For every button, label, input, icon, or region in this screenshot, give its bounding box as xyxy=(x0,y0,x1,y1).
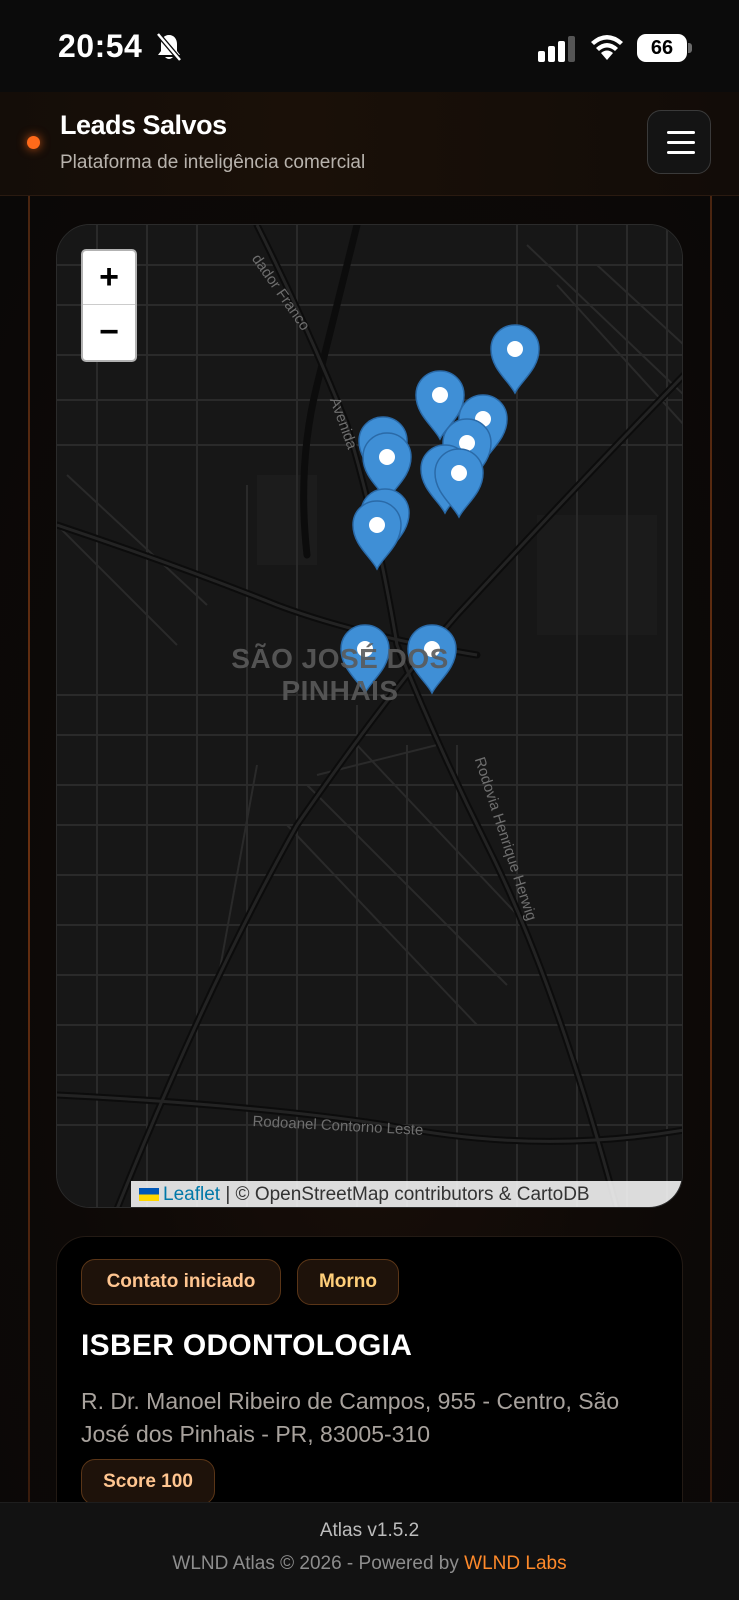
main-content: Avenida dador Franco Rodovia Henrique He… xyxy=(0,196,739,1536)
menu-button[interactable] xyxy=(647,110,711,174)
lead-card[interactable]: Contato iniciado Morno ISBER ODONTOLOGIA… xyxy=(56,1236,683,1536)
copyright: WLND Atlas © 2026 - Powered by WLND Labs xyxy=(0,1553,739,1575)
hamburger-line xyxy=(667,141,695,144)
right-rail xyxy=(710,196,712,1502)
zoom-out-button[interactable]: − xyxy=(83,306,135,360)
page-subtitle: Plataforma de inteligência comercial xyxy=(60,152,366,173)
left-rail xyxy=(28,196,30,1502)
battery-tip xyxy=(688,43,692,53)
battery-icon: 66 xyxy=(637,34,687,62)
copyright-text: WLND Atlas © 2026 - Powered by xyxy=(172,1553,465,1574)
attribution-separator: | xyxy=(220,1184,236,1205)
cellular-signal-icon xyxy=(538,36,575,62)
page-title: Leads Salvos xyxy=(60,110,227,140)
lead-name: ISBER ODONTOLOGIA xyxy=(81,1329,413,1362)
status-dot xyxy=(27,136,40,149)
status-time: 20:54 xyxy=(58,28,143,64)
wifi-icon xyxy=(591,35,623,60)
leads-map[interactable]: Avenida dador Franco Rodovia Henrique He… xyxy=(56,224,683,1208)
bell-slash-icon xyxy=(156,32,182,62)
app-header: Leads Salvos Plataforma de inteligência … xyxy=(0,92,739,196)
map-tiles[interactable] xyxy=(57,225,683,1208)
temperature-badge: Morno xyxy=(297,1259,399,1305)
footer: Atlas v1.5.2 WLND Atlas © 2026 - Powered… xyxy=(0,1502,739,1600)
app-version: Atlas v1.5.2 xyxy=(319,1520,420,1541)
zoom-in-button[interactable]: + xyxy=(83,251,135,305)
brand-link[interactable]: WLND Labs xyxy=(464,1553,566,1574)
attribution-credits: © OpenStreetMap contributors & CartoDB xyxy=(235,1184,590,1205)
map-city-label: SÃO JOSÉ DOS PINHAIS xyxy=(231,643,449,706)
hamburger-line xyxy=(667,151,695,154)
hamburger-menu-icon xyxy=(667,131,695,134)
leaflet-link[interactable]: Leaflet xyxy=(163,1184,220,1205)
status-badge: Contato iniciado xyxy=(81,1259,281,1305)
status-bar: 20:54 66 xyxy=(0,0,739,92)
zoom-control: + − xyxy=(81,249,137,362)
lead-address: R. Dr. Manoel Ribeiro de Campos, 955 - C… xyxy=(81,1388,620,1447)
ukraine-flag-icon xyxy=(139,1188,159,1201)
score-badge: Score 100 xyxy=(81,1459,215,1505)
map-attribution: Leaflet | © OpenStreetMap contributors &… xyxy=(131,1181,682,1207)
